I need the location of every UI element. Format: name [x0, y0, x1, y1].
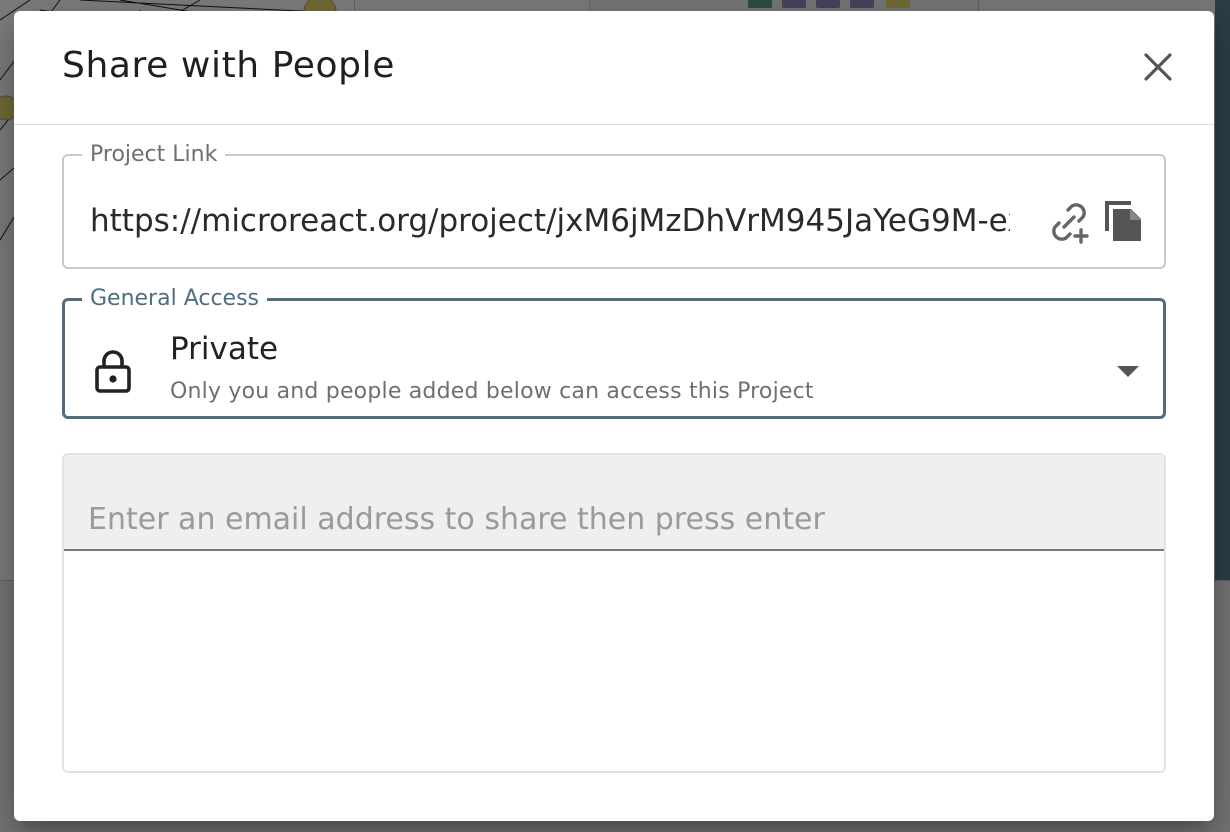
caret-down-icon — [1117, 363, 1139, 382]
lock-icon — [95, 349, 131, 397]
copy-link-button[interactable] — [1098, 193, 1148, 247]
project-link-field: Project Link — [62, 142, 1166, 269]
email-field — [64, 455, 1164, 551]
project-link-label: Project Link — [90, 142, 218, 167]
copy-icon — [1105, 201, 1141, 241]
email-input[interactable] — [88, 497, 1148, 541]
close-button[interactable] — [1138, 47, 1178, 87]
project-link-input[interactable] — [90, 199, 1010, 243]
access-level-value: Private — [170, 331, 279, 367]
general-access-label: General Access — [90, 286, 260, 311]
general-access-select[interactable]: General Access Private Only you and peop… — [62, 286, 1166, 419]
share-people-panel — [62, 453, 1166, 773]
share-dialog: Share with People Project Link https://m… — [14, 11, 1214, 821]
close-icon — [1144, 53, 1172, 81]
access-level-description: Only you and people added below can acce… — [170, 379, 814, 404]
link-add-icon — [1052, 203, 1089, 244]
shared-people-list — [64, 551, 1164, 771]
add-link-button[interactable] — [1044, 195, 1094, 247]
dialog-title: Share with People — [62, 45, 395, 86]
dialog-header: Share with People — [14, 11, 1214, 125]
